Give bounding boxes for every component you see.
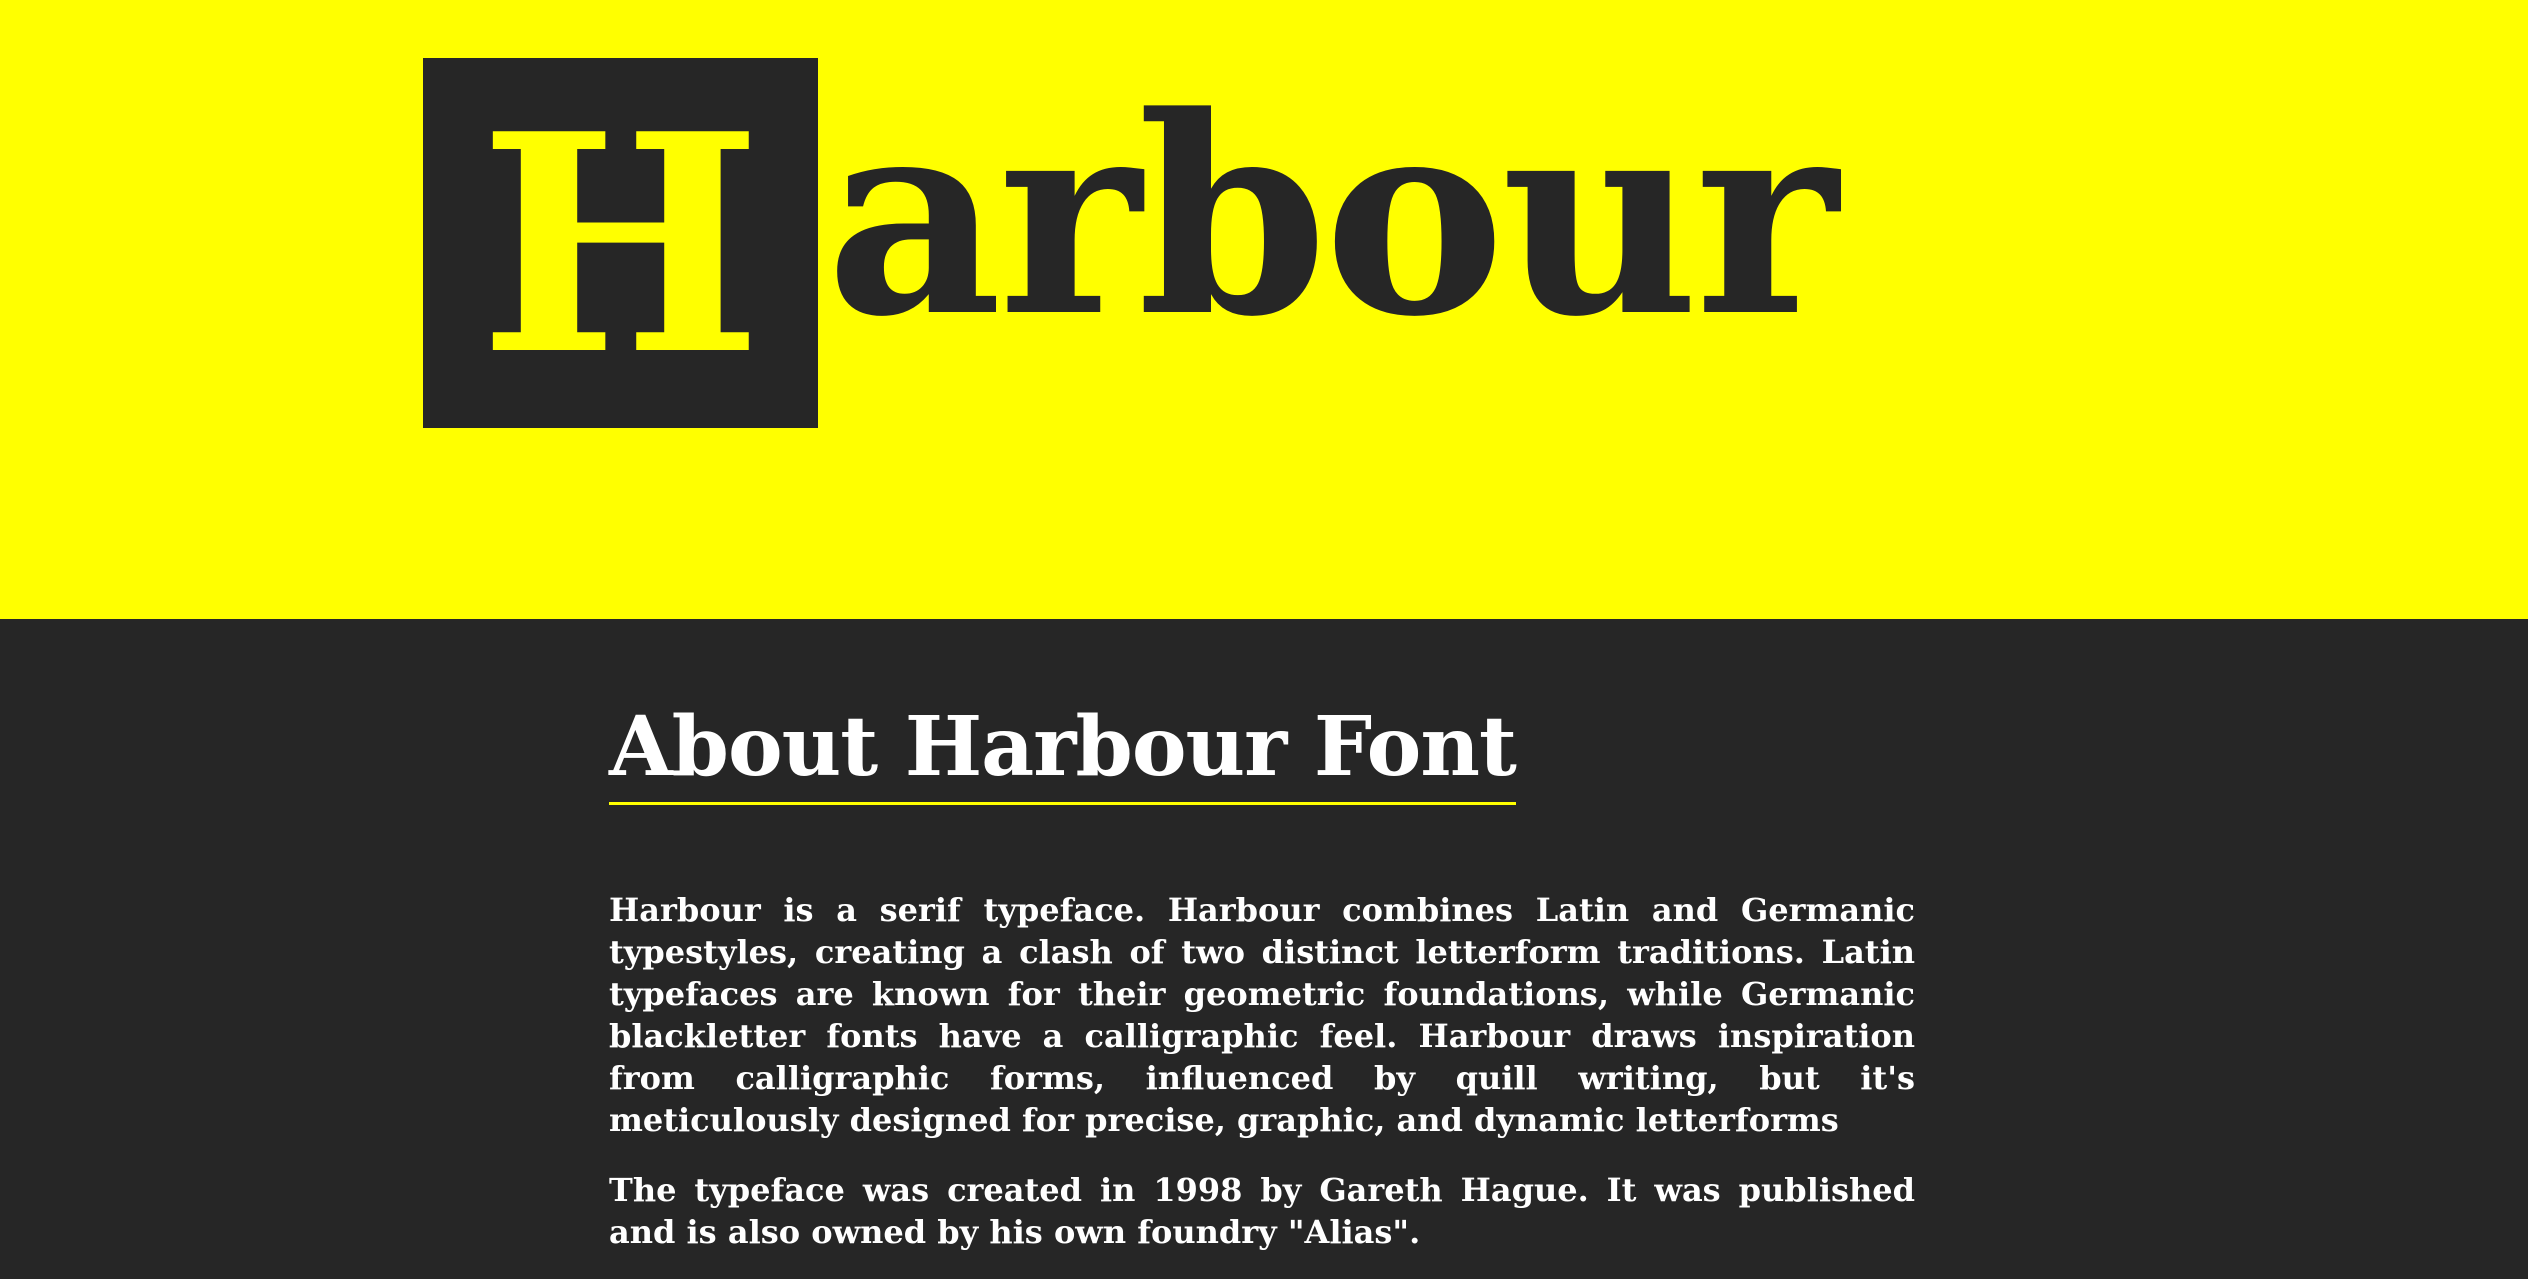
- about-paragraph-1: Harbour is a serif typeface. Harbour com…: [609, 891, 1915, 1140]
- logo-initial-letter: H: [478, 68, 763, 421]
- hero-banner: H arbour: [0, 0, 2528, 619]
- about-title: About Harbour Font: [609, 700, 1517, 806]
- logo-wordmark: arbour: [826, 58, 1838, 377]
- about-section: About Harbour Font Harbour is a serif ty…: [609, 700, 1915, 1253]
- logo-initial-box: H: [423, 58, 818, 428]
- about-paragraph-2: The typeface was created in 1998 by Gare…: [609, 1171, 1915, 1252]
